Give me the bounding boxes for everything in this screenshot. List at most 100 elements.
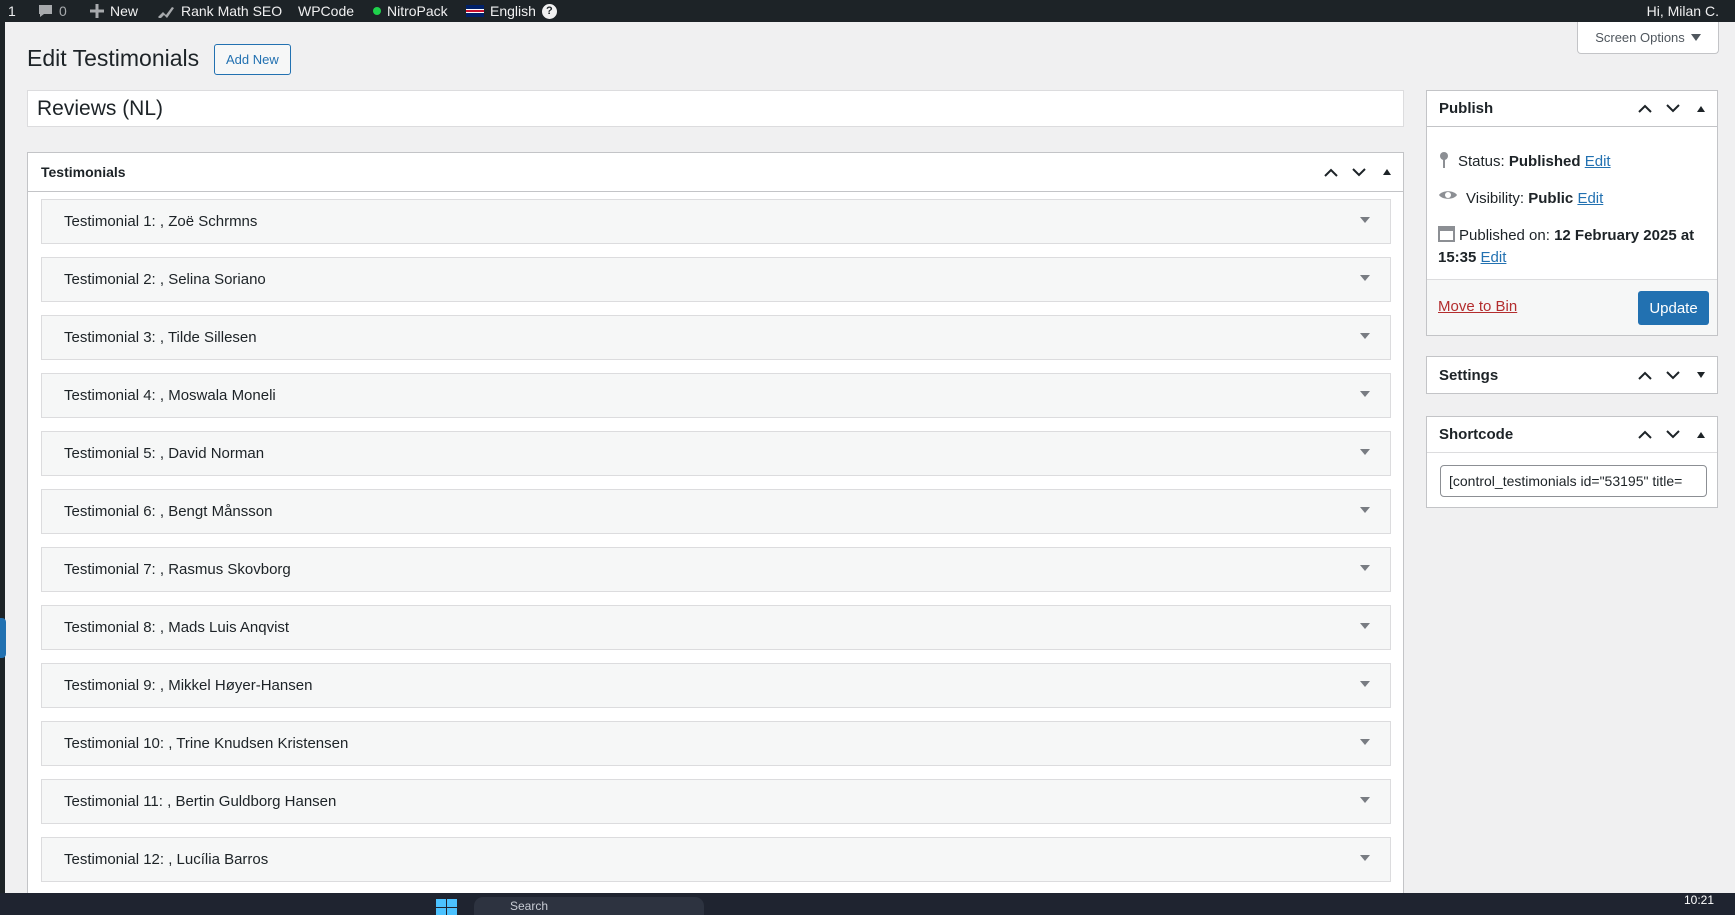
comment-icon [39,5,52,17]
wpcode-menu[interactable]: WPCode [298,0,354,22]
testimonials-metabox-actions [1321,162,1397,182]
my-account-menu[interactable]: Hi, Milan C. [1647,0,1719,22]
shortcode-metabox: Shortcode [control_testimonials id="5319… [1426,416,1718,508]
toggle-panel-button[interactable] [1691,425,1711,445]
new-label: New [110,3,139,19]
rankmath-label: Rank Math SEO [181,3,283,19]
testimonial-item[interactable]: Testimonial 9: , Mikkel Høyer-Hansen [41,663,1391,708]
move-up-button[interactable] [1635,425,1655,445]
toggle-panel-button[interactable] [1691,99,1711,119]
testimonials-metabox-header: Testimonials [28,153,1403,192]
triangle-down-icon[interactable] [1360,565,1370,571]
comments-menu[interactable]: 0 [38,0,67,22]
help-icon: ? [541,3,557,19]
triangle-down-icon[interactable] [1360,217,1370,223]
testimonial-item[interactable]: Testimonial 11: , Bertin Guldborg Hansen [41,779,1391,824]
uk-flag-icon [466,5,484,17]
calendar-icon [1438,226,1455,242]
wpcode-label: WPCode [298,3,355,19]
triangle-down-icon[interactable] [1360,739,1370,745]
testimonial-item-label: Testimonial 7: , Rasmus Skovborg [64,561,291,578]
new-content-menu[interactable]: New [90,0,138,22]
edit-visibility-link[interactable]: Edit [1577,190,1603,207]
chevron-up-icon [1638,430,1652,439]
move-down-button[interactable] [1663,365,1683,385]
visibility-row: Visibility: Public Edit [1438,188,1603,210]
publish-metabox-actions [1635,99,1711,119]
move-up-button[interactable] [1635,365,1655,385]
triangle-down-icon[interactable] [1360,681,1370,687]
toggle-panel-button[interactable] [1691,365,1711,385]
admin-bar: 1 0 New Rank Math SEO WPCode NitroPack E… [0,0,1735,22]
testimonial-item[interactable]: Testimonial 12: , Lucília Barros [41,837,1391,882]
post-title-input[interactable]: Reviews (NL) [27,90,1404,127]
testimonial-item-label: Testimonial 5: , David Norman [64,445,265,462]
triangle-down-icon[interactable] [1360,623,1370,629]
triangle-down-icon[interactable] [1360,391,1370,397]
shortcode-metabox-title: Shortcode [1439,426,1514,443]
move-up-button[interactable] [1321,162,1341,182]
major-publishing-actions: Move to Bin Update [1427,279,1717,335]
eye-icon [1439,191,1457,199]
testimonial-item[interactable]: Testimonial 2: , Selina Soriano [41,257,1391,302]
settings-metabox-title: Settings [1439,366,1499,384]
move-up-button[interactable] [1635,99,1655,119]
settings-metabox-actions [1635,365,1711,385]
triangle-down-icon[interactable] [1360,275,1370,281]
edit-status-link[interactable]: Edit [1585,153,1611,170]
language-label: English [490,3,536,19]
screen-options-button[interactable]: Screen Options [1577,22,1719,54]
testimonial-item[interactable]: Testimonial 3: , Tilde Sillesen [41,315,1391,360]
testimonial-item-label: Testimonial 4: , Moswala Moneli [64,387,276,404]
toggle-panel-button[interactable] [1377,162,1397,182]
move-down-button[interactable] [1663,99,1683,119]
testimonial-item[interactable]: Testimonial 1: , Zoë Schrmns [41,199,1391,244]
rankmath-icon [158,7,174,18]
collapsed-menu-tab[interactable] [0,618,6,658]
triangle-down-icon[interactable] [1360,507,1370,513]
greeting: Hi, Milan C. [1646,3,1719,19]
testimonial-item-label: Testimonial 2: , Selina Soriano [64,271,266,288]
move-down-button[interactable] [1663,425,1683,445]
edit-date-link[interactable]: Edit [1481,249,1507,266]
testimonial-item[interactable]: Testimonial 8: , Mads Luis Anqvist [41,605,1391,650]
updates-menu[interactable]: 1 [8,0,16,22]
move-to-bin-link[interactable]: Move to Bin [1438,298,1517,315]
chevron-up-icon [1638,371,1652,380]
settings-metabox-header[interactable]: Settings [1427,357,1717,393]
triangle-down-icon [1697,372,1705,378]
rankmath-menu[interactable]: Rank Math SEO [157,0,282,22]
taskbar-clock: 10:21 [1684,893,1715,907]
triangle-up-icon [1697,105,1705,112]
triangle-down-icon[interactable] [1360,855,1370,861]
triangle-down-icon [1690,34,1701,41]
chevron-down-icon [1666,370,1680,379]
triangle-down-icon[interactable] [1360,797,1370,803]
testimonial-item[interactable]: Testimonial 6: , Bengt Månsson [41,489,1391,534]
pin-icon [1440,152,1448,168]
testimonial-item-label: Testimonial 3: , Tilde Sillesen [64,329,257,346]
windows-start-icon[interactable] [436,897,458,915]
taskbar-search[interactable]: Search [474,897,704,915]
triangle-down-icon[interactable] [1360,333,1370,339]
language-menu[interactable]: English ? [466,0,557,22]
shortcode-input[interactable]: [control_testimonials id="53195" title= [1440,465,1707,497]
testimonial-list: Testimonial 1: , Zoë Schrmns Testimonial … [41,199,1391,895]
testimonials-metabox: Testimonials Testimonial 1: , Zoë Schrmn… [27,152,1404,915]
testimonial-item[interactable]: Testimonial 7: , Rasmus Skovborg [41,547,1391,592]
admin-menu-edge [0,22,5,893]
taskbar-search-placeholder: Search [510,899,549,913]
comments-count: 0 [59,3,67,19]
testimonial-item[interactable]: Testimonial 5: , David Norman [41,431,1391,476]
nitropack-label: NitroPack [387,3,448,19]
nitropack-menu[interactable]: NitroPack [373,0,448,22]
move-down-button[interactable] [1349,162,1369,182]
testimonial-item[interactable]: Testimonial 4: , Moswala Moneli [41,373,1391,418]
triangle-up-icon [1383,169,1391,175]
post-status-row: Status: Published Edit [1438,151,1611,173]
chevron-up-icon [1324,168,1338,177]
triangle-down-icon[interactable] [1360,449,1370,455]
update-button[interactable]: Update [1638,291,1709,325]
testimonial-item[interactable]: Testimonial 10: , Trine Knudsen Kristens… [41,721,1391,766]
add-new-button[interactable]: Add New [214,44,291,75]
